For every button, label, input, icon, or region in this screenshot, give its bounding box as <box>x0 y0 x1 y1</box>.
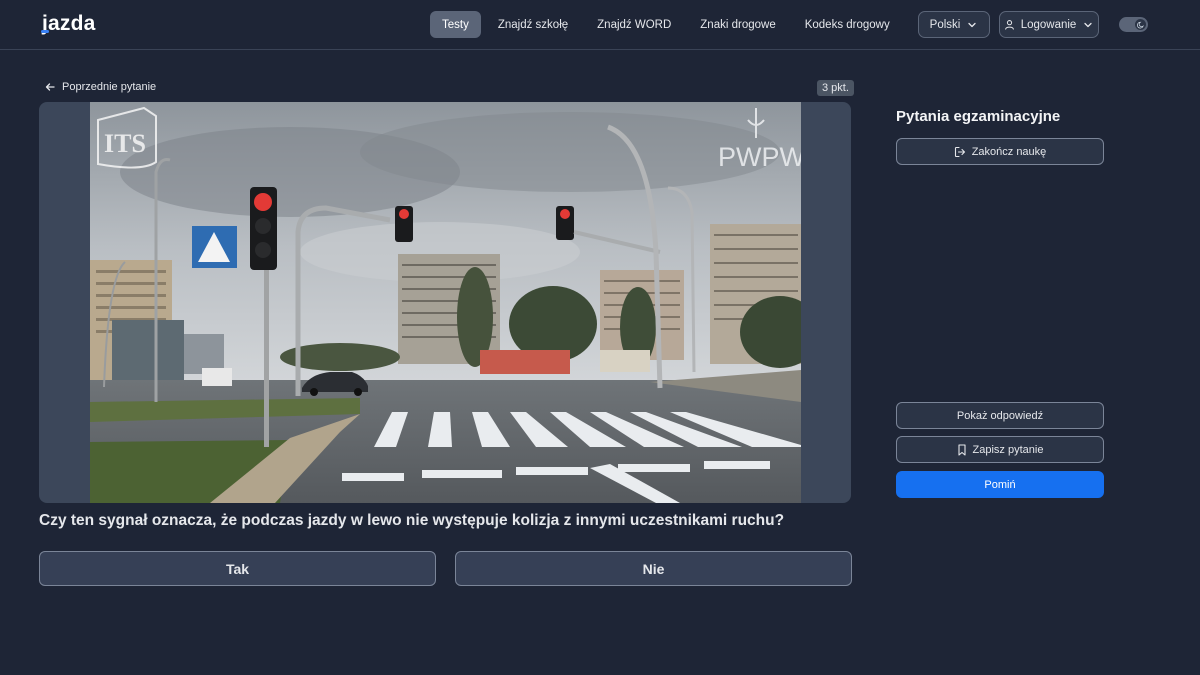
previous-question-link[interactable]: Poprzednie pytanie <box>44 81 156 93</box>
main-nav: Testy Znajdź szkołę Znajdź WORD Znaki dr… <box>430 11 959 38</box>
save-question-button[interactable]: Zapisz pytanie <box>896 436 1104 463</box>
svg-text:ITS: ITS <box>104 129 146 158</box>
chevron-down-icon <box>1082 19 1094 31</box>
intersection-photo: ITS PWPW <box>90 102 801 503</box>
side-panel-title: Pytania egzaminacyjne <box>896 108 1061 125</box>
nav-item-traffic-code[interactable]: Kodeks drogowy <box>793 11 902 38</box>
moon-icon <box>1135 19 1146 30</box>
user-icon <box>1004 19 1015 30</box>
answer-yes-button[interactable]: Tak <box>39 551 436 586</box>
nav-item-find-word[interactable]: Znajdź WORD <box>585 11 683 38</box>
points-badge: 3 pkt. <box>817 80 854 96</box>
arrow-left-icon <box>44 81 56 93</box>
nav-item-testy[interactable]: Testy <box>430 11 481 38</box>
nav-item-find-school[interactable]: Znajdź szkołę <box>486 11 580 38</box>
top-navbar: jazda Testy Znajdź szkołę Znajdź WORD Zn… <box>0 0 1200 50</box>
theme-toggle[interactable] <box>1119 17 1148 32</box>
chevron-down-icon <box>966 19 978 31</box>
save-question-label: Zapisz pytanie <box>972 443 1044 456</box>
nav-item-road-signs[interactable]: Znaki drogowe <box>688 11 787 38</box>
show-answer-button[interactable]: Pokaż odpowiedź <box>896 402 1104 429</box>
question-media: ITS PWPW <box>39 102 851 503</box>
previous-question-label: Poprzednie pytanie <box>62 81 157 93</box>
bookmark-icon <box>957 443 967 456</box>
language-label: Polski <box>929 18 961 31</box>
question-text: Czy ten sygnał oznacza, że podczas jazdy… <box>39 512 785 529</box>
logo-text: jazda <box>41 12 96 35</box>
end-learning-button[interactable]: Zakończ naukę <box>896 138 1104 165</box>
login-button[interactable]: Logowanie <box>999 11 1099 38</box>
svg-text:PWPW: PWPW <box>718 142 801 172</box>
language-select[interactable]: Polski <box>918 11 990 38</box>
answer-no-button[interactable]: Nie <box>455 551 852 586</box>
logout-icon <box>954 146 966 158</box>
end-learning-label: Zakończ naukę <box>971 145 1047 158</box>
logo[interactable]: jazda <box>41 12 96 36</box>
skip-button[interactable]: Pomiń <box>896 471 1104 498</box>
login-label: Logowanie <box>1020 18 1077 31</box>
